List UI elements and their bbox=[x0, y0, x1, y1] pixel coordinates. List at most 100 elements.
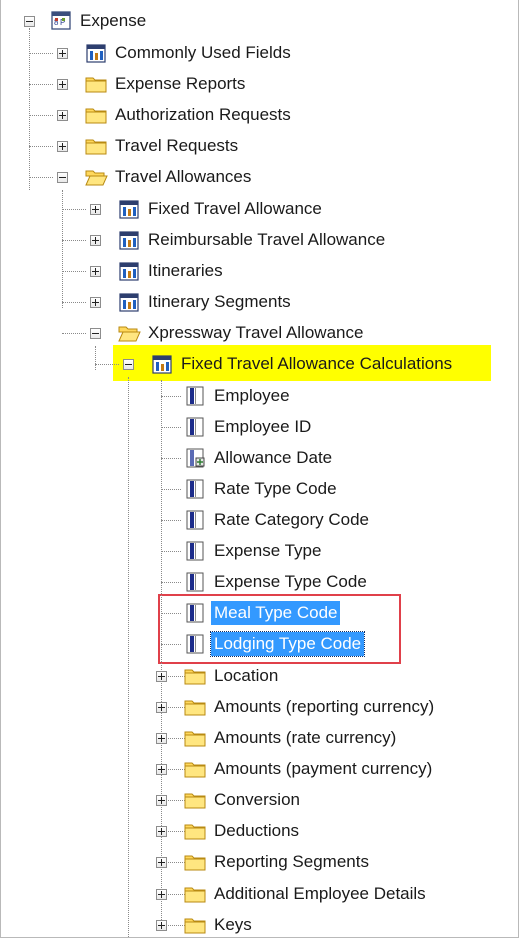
folder-open-icon bbox=[85, 170, 108, 186]
tree-node-xpressway-travel-allowance[interactable]: Xpressway Travel Allowance bbox=[117, 319, 366, 347]
expand-icon[interactable] bbox=[57, 110, 68, 121]
expand-icon[interactable] bbox=[57, 79, 68, 90]
tree-line bbox=[128, 377, 129, 937]
collapse-icon[interactable] bbox=[24, 16, 35, 27]
tree-node-label: Expense Type bbox=[214, 541, 322, 560]
module-icon: 8 P bbox=[51, 11, 71, 30]
tree-node-travel-allowances[interactable]: Travel Allowances bbox=[84, 163, 254, 191]
field-icon bbox=[186, 479, 204, 499]
tree-line bbox=[161, 396, 181, 397]
tree-node-location[interactable]: Location bbox=[183, 662, 281, 690]
tree-line bbox=[62, 271, 86, 272]
tree-line bbox=[161, 427, 181, 428]
tree-node-lodging-type-code[interactable]: Lodging Type Code bbox=[183, 630, 366, 658]
tree-line bbox=[161, 644, 181, 645]
table-icon bbox=[152, 355, 172, 374]
expand-icon[interactable] bbox=[156, 702, 167, 713]
tree-node-label: Authorization Requests bbox=[115, 105, 291, 124]
tree-node-label: Rate Type Code bbox=[214, 479, 337, 498]
tree-node-conversion[interactable]: Conversion bbox=[183, 786, 303, 814]
field-icon bbox=[186, 572, 204, 592]
folder-icon bbox=[184, 700, 206, 716]
tree-node-keys[interactable]: Keys bbox=[183, 911, 255, 939]
tree-line bbox=[161, 582, 181, 583]
expand-icon[interactable] bbox=[156, 671, 167, 682]
tree-line bbox=[29, 53, 53, 54]
tree-node-rate-type-code[interactable]: Rate Type Code bbox=[183, 475, 340, 503]
tree-line bbox=[161, 551, 181, 552]
tree-line bbox=[62, 190, 63, 308]
tree-node-expense-type-code[interactable]: Expense Type Code bbox=[183, 568, 370, 596]
tree-node-reporting-segments[interactable]: Reporting Segments bbox=[183, 848, 372, 876]
folder-icon bbox=[85, 139, 107, 155]
folder-icon bbox=[184, 855, 206, 871]
tree-line bbox=[29, 177, 53, 178]
tree-node-label: Expense bbox=[80, 11, 147, 30]
tree-node-amounts-rate-currency[interactable]: Amounts (rate currency) bbox=[183, 724, 399, 752]
tree-node-expense-reports[interactable]: Expense Reports bbox=[84, 70, 248, 98]
tree-node-employee-id[interactable]: Employee ID bbox=[183, 413, 314, 441]
tree-node-label: Keys bbox=[214, 915, 252, 934]
folder-icon bbox=[184, 731, 206, 747]
expand-icon[interactable] bbox=[156, 889, 167, 900]
tree-node-label: Meal Type Code bbox=[211, 601, 341, 625]
tree-line bbox=[161, 458, 181, 459]
tree-node-label: Fixed Travel Allowance bbox=[148, 199, 322, 218]
tree-node-label: Rate Category Code bbox=[214, 510, 369, 529]
tree-node-deductions[interactable]: Deductions bbox=[183, 817, 302, 845]
tree-node-expense-type[interactable]: Expense Type bbox=[183, 537, 324, 565]
expand-icon[interactable] bbox=[156, 764, 167, 775]
tree-node-itineraries[interactable]: Itineraries bbox=[117, 257, 226, 285]
tree-node-label: Expense Reports bbox=[115, 74, 246, 93]
tree-node-expense[interactable]: 8 P Expense bbox=[49, 7, 149, 35]
tree-node-label: Commonly Used Fields bbox=[115, 43, 291, 62]
tree-node-label: Conversion bbox=[214, 790, 300, 809]
expand-icon[interactable] bbox=[57, 141, 68, 152]
tree-node-fixed-travel-allowance[interactable]: Fixed Travel Allowance bbox=[117, 195, 325, 223]
tree-line bbox=[29, 146, 53, 147]
tree-node-authorization-requests[interactable]: Authorization Requests bbox=[84, 101, 294, 129]
expand-icon[interactable] bbox=[90, 204, 101, 215]
tree-node-label: Fixed Travel Allowance Calculations bbox=[181, 354, 453, 373]
tree-node-amounts-payment-currency[interactable]: Amounts (payment currency) bbox=[183, 755, 435, 783]
tree-node-reimbursable-travel-allowance[interactable]: Reimbursable Travel Allowance bbox=[117, 226, 388, 254]
tree-node-travel-requests[interactable]: Travel Requests bbox=[84, 132, 241, 160]
folder-icon bbox=[184, 669, 206, 685]
expand-icon[interactable] bbox=[156, 857, 167, 868]
field-icon bbox=[186, 603, 204, 623]
field-icon bbox=[186, 510, 204, 530]
expand-icon[interactable] bbox=[156, 826, 167, 837]
tree-node-label: Lodging Type Code bbox=[209, 631, 366, 657]
tree-node-allowance-date[interactable]: Allowance Date bbox=[183, 444, 335, 472]
expand-icon[interactable] bbox=[156, 920, 167, 931]
tree-node-rate-category-code[interactable]: Rate Category Code bbox=[183, 506, 372, 534]
collapse-icon[interactable] bbox=[57, 172, 68, 183]
tree-line bbox=[62, 333, 86, 334]
tree-node-amounts-reporting-currency[interactable]: Amounts (reporting currency) bbox=[183, 693, 437, 721]
folder-icon bbox=[184, 918, 206, 934]
tree-node-fixed-travel-allowance-calculations[interactable]: Fixed Travel Allowance Calculations bbox=[150, 350, 455, 378]
expand-icon[interactable] bbox=[90, 266, 101, 277]
tree-line bbox=[161, 520, 181, 521]
tree-node-itinerary-segments[interactable]: Itinerary Segments bbox=[117, 288, 294, 316]
expand-icon[interactable] bbox=[90, 297, 101, 308]
expand-icon[interactable] bbox=[156, 733, 167, 744]
collapse-icon[interactable] bbox=[90, 328, 101, 339]
tree-node-employee[interactable]: Employee bbox=[183, 382, 293, 410]
folder-open-icon bbox=[118, 326, 141, 342]
tree-node-label: Reimbursable Travel Allowance bbox=[148, 230, 386, 249]
tree-node-label: Allowance Date bbox=[214, 448, 333, 467]
tree-node-label: Travel Allowances bbox=[115, 167, 252, 186]
expand-icon[interactable] bbox=[57, 48, 68, 59]
expand-icon[interactable] bbox=[90, 235, 101, 246]
tree-panel[interactable]: 8 P Expense Commonly Used Fields Expense… bbox=[0, 0, 519, 938]
expand-icon[interactable] bbox=[156, 795, 167, 806]
tree-node-meal-type-code[interactable]: Meal Type Code bbox=[183, 599, 341, 627]
tree-line bbox=[62, 302, 86, 303]
tree-node-label: Travel Requests bbox=[115, 136, 239, 155]
tree-node-commonly-used-fields[interactable]: Commonly Used Fields bbox=[84, 39, 294, 67]
collapse-icon[interactable] bbox=[123, 359, 134, 370]
tree-line bbox=[161, 489, 181, 490]
tree-node-label: Itinerary Segments bbox=[148, 292, 291, 311]
tree-node-additional-employee-details[interactable]: Additional Employee Details bbox=[183, 880, 429, 908]
